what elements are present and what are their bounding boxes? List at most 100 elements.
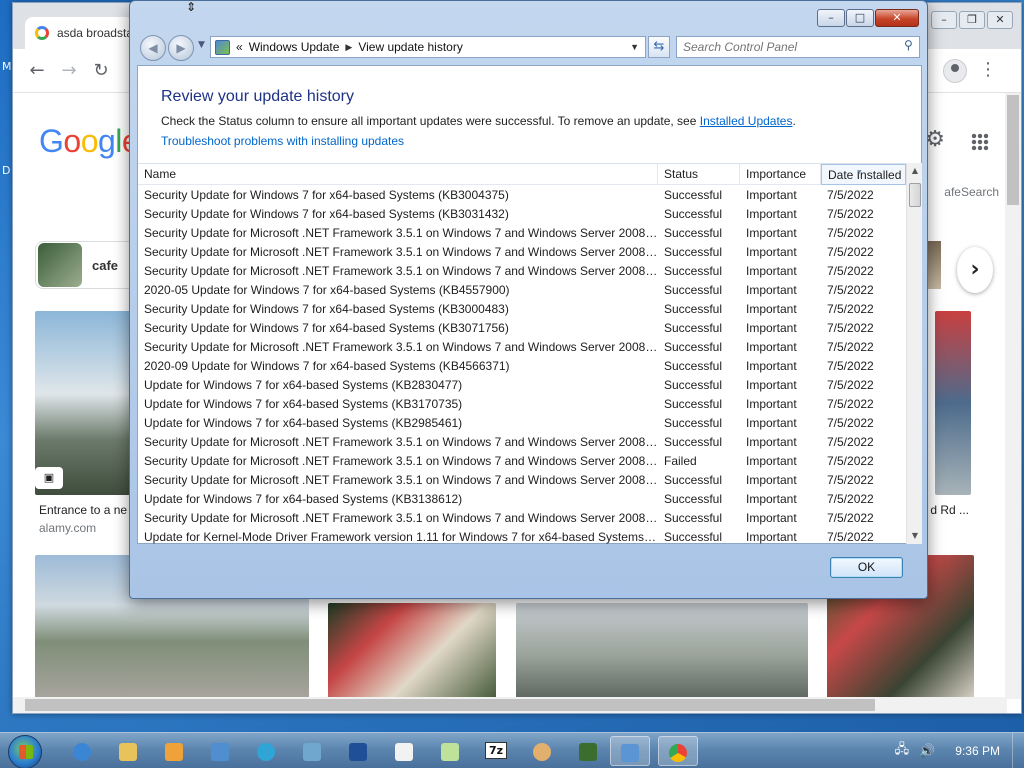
content-pane: Review your update history Check the Sta…: [137, 65, 922, 544]
powershell-icon[interactable]: [338, 736, 378, 766]
settings-gear-icon[interactable]: ⚙: [925, 127, 945, 152]
search-control-panel-input[interactable]: [676, 36, 920, 58]
forward-arrow-icon[interactable]: →: [57, 59, 81, 83]
chevron-right-icon[interactable]: ›: [957, 247, 993, 293]
chrome-tab[interactable]: asda broadsta: [25, 17, 133, 49]
maximize-button[interactable]: □: [846, 9, 874, 27]
related-search-chip-cafe[interactable]: cafe: [35, 241, 143, 289]
chrome-minimize-button[interactable]: –: [931, 11, 957, 29]
update-status: Successful: [664, 283, 723, 297]
forward-button[interactable]: ▶: [168, 35, 194, 61]
update-row[interactable]: Security Update for Windows 7 for x64-ba…: [138, 205, 906, 224]
media-player-icon[interactable]: [154, 736, 194, 766]
breadcrumb-separator-icon[interactable]: ▶: [345, 42, 352, 53]
recent-pages-dropdown-icon[interactable]: ▼: [198, 40, 205, 50]
update-row[interactable]: Update for Windows 7 for x64-based Syste…: [138, 490, 906, 509]
page-horizontal-scroll-thumb[interactable]: [25, 699, 875, 711]
update-status: Successful: [664, 416, 723, 430]
update-row[interactable]: 2020-09 Update for Windows 7 for x64-bas…: [138, 357, 906, 376]
back-arrow-icon[interactable]: ←: [25, 59, 49, 83]
image-result-tile[interactable]: [935, 311, 971, 495]
column-header-name[interactable]: Name: [138, 164, 658, 185]
breadcrumb-overflow[interactable]: «: [236, 40, 243, 54]
safesearch-label[interactable]: afeSearch: [944, 185, 999, 199]
column-header-importance[interactable]: Importance: [740, 164, 821, 185]
update-row[interactable]: Security Update for Microsoft .NET Frame…: [138, 224, 906, 243]
file-explorer-icon[interactable]: [108, 736, 148, 766]
terminal-icon[interactable]: [568, 736, 608, 766]
update-row[interactable]: Security Update for Microsoft .NET Frame…: [138, 471, 906, 490]
image-result-tile[interactable]: [328, 603, 496, 699]
refresh-icon[interactable]: ⇆: [648, 36, 670, 58]
scroll-down-arrow-icon[interactable]: ▼: [907, 528, 923, 544]
breadcrumb-windows-update[interactable]: Windows Update: [249, 40, 340, 54]
installed-updates-link[interactable]: Installed Updates: [700, 114, 793, 128]
internet-explorer-icon[interactable]: [62, 736, 102, 766]
update-status: Successful: [664, 226, 723, 240]
scroll-up-arrow-icon[interactable]: ▲: [907, 163, 923, 179]
update-status: Successful: [664, 435, 723, 449]
image-caption-title[interactable]: d Rd ...: [930, 503, 969, 517]
update-date-installed: 7/5/2022: [827, 416, 874, 430]
search-icon[interactable]: ⚲: [904, 38, 913, 52]
update-row[interactable]: Security Update for Windows 7 for x64-ba…: [138, 300, 906, 319]
paint-icon[interactable]: [522, 736, 562, 766]
update-row[interactable]: Security Update for Microsoft .NET Frame…: [138, 509, 906, 528]
google-logo[interactable]: Google: [39, 123, 140, 160]
column-header-date-installed[interactable]: ▼ Date Installed: [821, 164, 906, 185]
update-row[interactable]: Security Update for Microsoft .NET Frame…: [138, 243, 906, 262]
7zip-icon[interactable]: 7z: [476, 736, 516, 766]
troubleshoot-link[interactable]: Troubleshoot problems with installing up…: [161, 134, 404, 148]
close-button[interactable]: ✕: [875, 9, 919, 27]
control-panel-icon[interactable]: [200, 736, 240, 766]
chrome-close-button[interactable]: ✕: [987, 11, 1013, 29]
update-row[interactable]: Update for Windows 7 for x64-based Syste…: [138, 414, 906, 433]
update-name: Update for Windows 7 for x64-based Syste…: [144, 378, 463, 392]
update-list-scrollbar[interactable]: ▲ ▼: [906, 163, 922, 544]
chrome-menu-icon[interactable]: ⋮: [979, 59, 997, 80]
update-importance: Important: [746, 340, 797, 354]
minimize-button[interactable]: –: [817, 9, 845, 27]
update-row[interactable]: Security Update for Microsoft .NET Frame…: [138, 452, 906, 471]
update-row[interactable]: 2020-05 Update for Windows 7 for x64-bas…: [138, 281, 906, 300]
address-bar[interactable]: « Windows Update ▶ View update history ▼: [210, 36, 646, 58]
reload-icon[interactable]: ↻: [89, 59, 113, 83]
update-row[interactable]: Security Update for Microsoft .NET Frame…: [138, 262, 906, 281]
column-header-status[interactable]: Status: [658, 164, 740, 185]
update-row[interactable]: Security Update for Windows 7 for x64-ba…: [138, 186, 906, 205]
update-row[interactable]: Update for Windows 7 for x64-based Syste…: [138, 395, 906, 414]
network-icon[interactable]: 🖧: [895, 740, 910, 762]
scroll-thumb[interactable]: [909, 183, 921, 207]
7zip-label: 7z: [484, 742, 508, 759]
breadcrumb-view-update-history[interactable]: View update history: [358, 40, 463, 54]
chrome-restore-button[interactable]: ❐: [959, 11, 985, 29]
volume-icon[interactable]: 🔊: [919, 744, 935, 759]
edge-icon[interactable]: [246, 736, 286, 766]
update-row[interactable]: Update for Kernel-Mode Driver Framework …: [138, 528, 906, 544]
show-desktop-button[interactable]: [1012, 733, 1024, 768]
ok-button[interactable]: OK: [830, 557, 903, 578]
update-date-installed: 7/5/2022: [827, 340, 874, 354]
update-row[interactable]: Update for Windows 7 for x64-based Syste…: [138, 376, 906, 395]
chrome-icon[interactable]: [658, 736, 698, 766]
profile-avatar-icon[interactable]: [943, 59, 967, 83]
desktop-edge-label-d: D: [2, 164, 11, 177]
notepad-icon[interactable]: [430, 736, 470, 766]
update-row[interactable]: Security Update for Microsoft .NET Frame…: [138, 338, 906, 357]
image-result-tile[interactable]: [516, 603, 808, 699]
update-name: Security Update for Microsoft .NET Frame…: [144, 340, 658, 354]
google-apps-icon[interactable]: [971, 133, 989, 151]
page-vertical-scroll-thumb[interactable]: [1007, 95, 1019, 205]
document-icon[interactable]: [384, 736, 424, 766]
image-caption-title[interactable]: Entrance to a ne: [39, 503, 127, 517]
back-button[interactable]: ◀: [140, 35, 166, 61]
mouse-cursor-icon: ⇕: [186, 0, 197, 14]
clock[interactable]: 9:36 PM: [955, 744, 1000, 758]
control-panel-active-icon[interactable]: [610, 736, 650, 766]
update-date-installed: 7/5/2022: [827, 245, 874, 259]
update-row[interactable]: Security Update for Microsoft .NET Frame…: [138, 433, 906, 452]
update-row[interactable]: Security Update for Windows 7 for x64-ba…: [138, 319, 906, 338]
network-settings-icon[interactable]: [292, 736, 332, 766]
address-dropdown-icon[interactable]: ▼: [630, 42, 639, 52]
start-button[interactable]: [8, 735, 42, 768]
